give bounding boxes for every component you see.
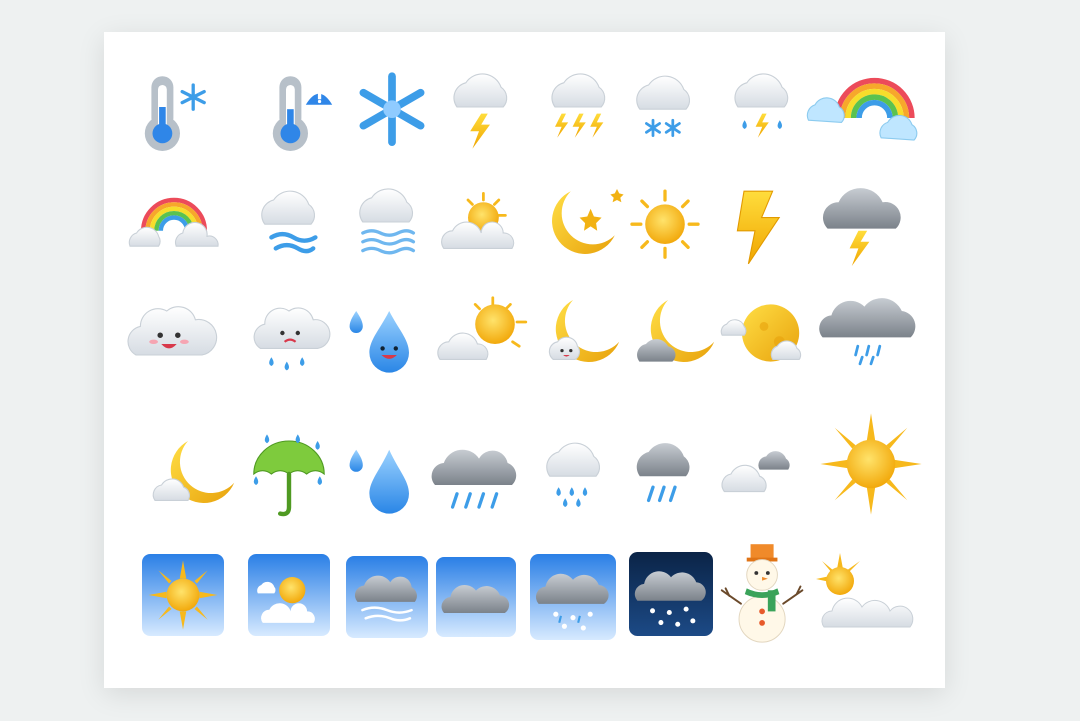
smiling-raindrop-icon: [332, 278, 442, 388]
dark-cloud-lightning-icon: [810, 167, 920, 277]
sleet-tile-icon: [530, 554, 616, 640]
rainbow-clouds-icon: [804, 52, 934, 162]
bright-sun-icon: [816, 409, 926, 519]
sun-tile-icon: [142, 554, 224, 636]
thermometer-snow-icon: [114, 52, 224, 162]
overcast-tile-icon: [436, 557, 516, 637]
lightning-bolt-icon: [700, 167, 810, 277]
cloud-lightning-icon: [424, 52, 534, 162]
cloud-snow-icon: [609, 52, 719, 162]
icon-sheet: [104, 32, 945, 688]
cloud-rain-lightning-icon: [705, 52, 815, 162]
sad-cloud-rain-icon: [234, 278, 344, 388]
sun-cloud-icon: [810, 547, 920, 643]
partly-sunny-icon: [429, 278, 539, 388]
clouds-icon: [709, 419, 819, 529]
wind-cloud-tile-icon: [346, 556, 428, 638]
umbrella-rain-icon: [234, 419, 344, 529]
thermometer-warning-icon: [242, 52, 352, 162]
moon-cute-cloud-icon: [529, 278, 639, 388]
dark-cloud-rain-icon: [609, 419, 719, 529]
smiling-cloud-icon: [114, 278, 224, 388]
snowman-icon: [716, 542, 812, 652]
sun-cloud-tile-icon: [247, 554, 331, 636]
full-moon-clouds-icon: [709, 278, 819, 388]
heavy-cloud-drizzle-icon: [816, 278, 926, 388]
night-snow-tile-icon: [629, 552, 713, 636]
gray-cloud-rain-icon: [424, 419, 534, 529]
rainbow-icon: [119, 167, 229, 277]
cloud-wind-icon: [234, 167, 344, 277]
sun-behind-cloud-icon: [424, 167, 534, 277]
